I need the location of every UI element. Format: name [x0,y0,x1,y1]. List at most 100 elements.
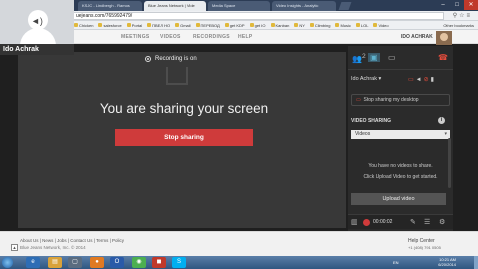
bookmark-item[interactable]: ПЕРЕВОД [195,23,220,28]
bookmark-item[interactable]: Kanban [270,23,289,28]
bookmark-item[interactable]: salesforce [98,23,122,28]
help-center-link[interactable]: Help Center [408,238,435,244]
browser-action-icons: ⚲☆≡ [453,12,472,19]
app-red-icon[interactable]: ◼ [152,257,166,268]
tab-media-space[interactable]: Media Space [208,1,270,11]
bookmark-item[interactable]: Chicken [74,23,93,28]
folder-icon [270,23,275,27]
bookmark-item[interactable]: Climbing [309,23,330,28]
window-controls: – □ ✕ [436,0,478,10]
bookmark-item[interactable]: Music [335,23,351,28]
skype-icon[interactable]: S [172,257,186,268]
bookmark-item[interactable]: NY [294,23,305,28]
scroll-up-icon[interactable]: ▴ [11,244,18,251]
show-desktop-button[interactable] [474,256,478,269]
participants-icon[interactable]: 👥2 [352,53,366,64]
bookmark-item[interactable]: Gmail [175,23,191,28]
self-view-webcam[interactable]: ◄) Ido Achrak [0,0,74,55]
system-clock[interactable]: 10:21 AM 6/20/2014 [438,257,456,267]
folder-icon [249,23,254,27]
video-sharing-heading: VIDEO SHARING [351,118,392,124]
chat-icon[interactable]: ▭ [388,53,396,62]
user-menu[interactable]: IDO ACHRAK [401,30,433,44]
meeting-control-bar: ▥ 00:00:02 ✎ ☰ ⚙ [348,214,453,229]
app-icon[interactable]: ▢ [68,257,82,268]
video-source-select[interactable]: Videos [351,130,450,139]
outlook-icon[interactable]: O [110,257,124,268]
folder-icon [224,23,229,27]
record-button[interactable] [363,219,370,226]
menu-icon[interactable]: ≡ [466,13,472,19]
firefox-icon[interactable]: ● [90,257,104,268]
edit-icon[interactable]: ✎ [410,218,416,226]
minimize-icon[interactable]: – [436,0,450,10]
bookmark-item[interactable]: ПВЕЛ НО [147,23,170,28]
folder-icon [309,23,314,27]
explorer-icon[interactable]: ▤ [48,257,62,268]
participant-controls: ▭◄⊘▮ [408,76,436,83]
panel-tabs: 👥2 ▣ ▭ ☎ [348,46,453,70]
tab-ksjc[interactable]: KSJC - Lindbergh - Ramos [78,1,142,11]
tab-video-insights[interactable]: Video Insights - Analytic [272,1,336,11]
upload-hint: Click Upload Video to get started. [363,174,438,180]
avatar[interactable] [436,31,452,45]
folder-icon [355,23,360,27]
self-view-name: Ido Achrak [0,44,74,55]
screen-share-icon[interactable]: ▣ [368,53,380,62]
monitor-icon [166,67,188,85]
chrome-icon[interactable]: ◉ [132,257,146,268]
tab-bluejeans[interactable]: Blue Jeans Network | Vide [144,1,206,11]
camera-muted-icon[interactable]: ⊘ [424,77,431,83]
gear-icon[interactable]: ⚙ [439,218,445,226]
start-button[interactable] [2,257,13,268]
bookmark-item[interactable]: get IO [249,23,266,28]
maximize-icon[interactable]: □ [450,0,464,10]
list-icon[interactable]: ☰ [424,218,430,226]
bookmark-item[interactable]: get KDP [224,23,245,28]
folder-icon [294,23,299,27]
record-icon [145,56,151,62]
nav-recordings[interactable]: RECORDINGS [193,30,230,44]
stop-sharing-button[interactable]: Stop sharing [115,129,253,146]
clock-date: 6/20/2014 [438,262,456,267]
language-indicator[interactable]: EN [393,260,399,265]
os-taskbar: e ▤ ▢ ● O ◉ ◼ S EN 10:21 AM 6/20/2014 [0,256,478,269]
recording-indicator: Recording is on [145,56,197,62]
desktop-icon: ▭ [356,97,361,103]
nav-videos[interactable]: VIDEOS [160,30,181,44]
hangup-icon[interactable]: ☎ [438,53,448,62]
footer-links[interactable]: About Us | News | Jobs | Contact Us | Te… [20,238,124,243]
folder-icon [195,23,200,27]
nav-help[interactable]: HELP [238,30,253,44]
support-phone: +1 (408) 791 0505 [408,245,441,250]
sharing-message: You are sharing your screen [99,101,269,116]
no-videos-message: You have no videos to share. [368,163,433,169]
folder-icon [126,23,131,27]
mic-icon[interactable]: ▮ [431,77,436,83]
participant-name[interactable]: Ido Achrak ▾ [351,76,381,82]
folder-icon [175,23,180,27]
folder-icon [335,23,340,27]
ie-icon[interactable]: e [26,257,40,268]
video-off-icon[interactable]: ▭ [408,77,416,83]
close-icon[interactable]: ✕ [464,0,478,10]
folder-icon [147,23,152,27]
audio-icon[interactable]: ◄ [416,77,424,83]
bookmark-item[interactable]: Portal [126,23,142,28]
screen: KSJC - Lindbergh - Ramos Blue Jeans Netw… [0,0,478,269]
stop-desktop-share-button[interactable]: ▭ Stop sharing my desktop [351,94,450,106]
info-icon[interactable]: i [438,117,445,124]
folder-icon [373,23,378,27]
new-tab-button[interactable] [338,2,352,10]
folder-icon [98,23,103,27]
bookmark-item[interactable]: LOL [355,23,368,28]
bookmark-item[interactable]: Video [373,23,389,28]
side-panel: 👥2 ▣ ▭ ☎ Ido Achrak ▾ ▭◄⊘▮ ▭ Stop sharin… [348,46,453,231]
nav-meetings[interactable]: MEETINGS [121,30,150,44]
other-bookmarks[interactable]: Other bookmarks [443,21,474,29]
page-footer: About Us | News | Jobs | Contact Us | Te… [0,231,478,256]
recording-label: Recording is on [155,56,197,62]
layout-icon[interactable]: ▥ [351,218,358,226]
upload-video-button[interactable]: Upload video [351,193,446,205]
address-input[interactable]: uejeans.com/765992479/ [72,12,444,20]
